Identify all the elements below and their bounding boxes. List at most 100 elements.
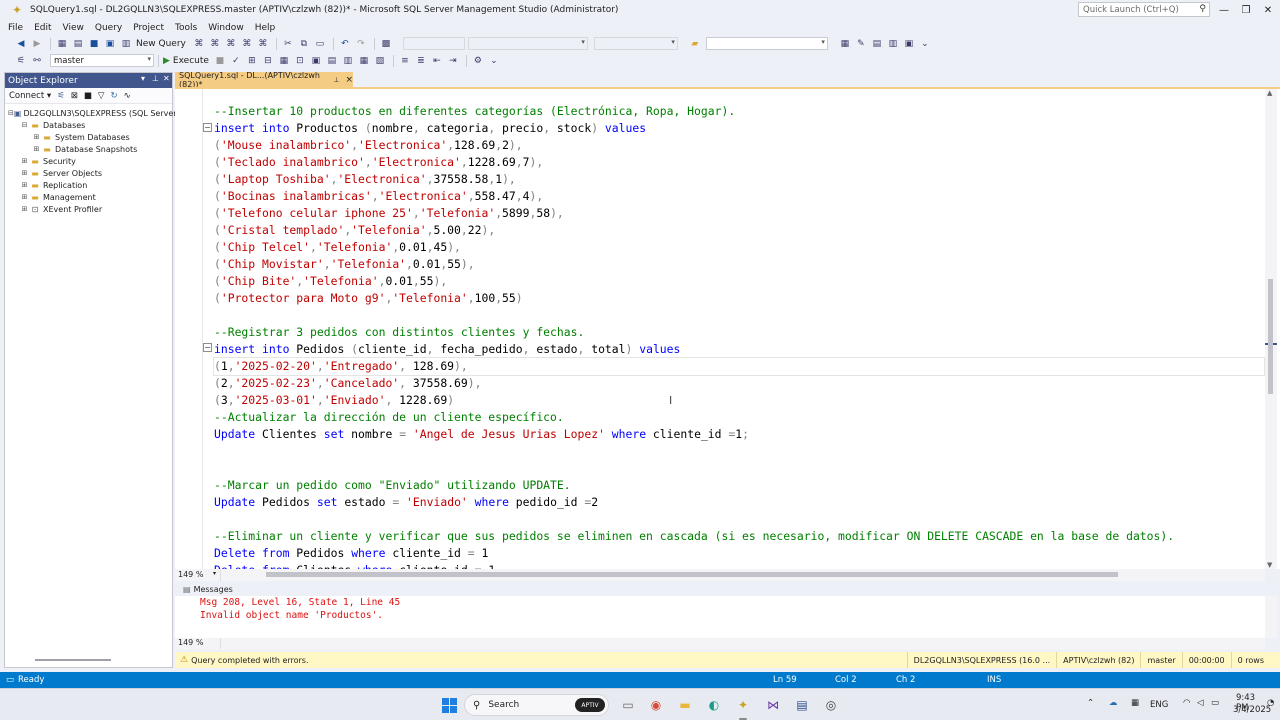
mdx-query-icon[interactable]: ⌘: [192, 37, 206, 50]
code-line[interactable]: --Registrar 3 pedidos con distintos clie…: [214, 324, 1264, 341]
file-explorer-icon[interactable]: ▬: [676, 696, 694, 714]
tree-node-xevent-profiler[interactable]: ⊞ ⊡ XEvent Profiler: [5, 203, 172, 215]
paste-icon[interactable]: ▭: [313, 37, 327, 50]
taskbar-search[interactable]: ⚲ Search APTIV: [464, 694, 609, 716]
object-explorer-icon[interactable]: ▤: [870, 37, 884, 50]
battery-icon[interactable]: ▭: [1211, 698, 1219, 708]
startup-dropdown[interactable]: ▾: [593, 37, 678, 50]
code-line[interactable]: insert into Productos (nombre, categoria…: [214, 120, 1264, 137]
refresh-icon[interactable]: ↻: [110, 91, 117, 101]
sql-editor[interactable]: − − --Insertar 10 productos en diferente…: [175, 89, 1280, 569]
menu-file[interactable]: File: [4, 23, 27, 33]
xmla-query-icon[interactable]: ⌘: [224, 37, 238, 50]
save-all-icon[interactable]: ▣: [103, 37, 117, 50]
code-line[interactable]: Update Clientes set nombre = 'Angel de J…: [214, 426, 1264, 443]
toolbox-icon[interactable]: ▣: [902, 37, 916, 50]
specify-values-icon[interactable]: ⚙: [471, 54, 485, 67]
collapse-region-icon[interactable]: −: [203, 123, 212, 132]
expand-icon[interactable]: ⊞: [20, 169, 29, 177]
new-query-button[interactable]: New Query: [136, 39, 186, 49]
save-icon[interactable]: ■: [87, 37, 101, 50]
horizontal-scrollbar[interactable]: [35, 659, 111, 661]
code-line[interactable]: [214, 443, 1264, 460]
code-line[interactable]: --Marcar un pedido como "Enviado" utiliz…: [214, 477, 1264, 494]
tree-node-databases[interactable]: ⊟ ▬ Databases: [5, 119, 172, 131]
task-view-icon[interactable]: ▭: [619, 696, 637, 714]
query-designer-icon[interactable]: ⊟: [261, 54, 275, 67]
find-dropdown[interactable]: ▾: [705, 37, 828, 50]
code-line[interactable]: Delete from Clientes where cliente_id = …: [214, 562, 1264, 569]
language-indicator[interactable]: ENG: [1150, 700, 1168, 710]
menu-query[interactable]: Query: [91, 23, 126, 33]
dmx-query-icon[interactable]: ⌘: [208, 37, 222, 50]
start-button[interactable]: [440, 696, 458, 714]
results-to-grid-icon[interactable]: ▦: [357, 54, 371, 67]
uncomment-icon[interactable]: ≣: [414, 54, 428, 67]
tree-node-database-snapshots[interactable]: ⊞ ▬ Database Snapshots: [5, 143, 172, 155]
collapse-region-icon[interactable]: −: [203, 343, 212, 352]
quick-launch-input[interactable]: Quick Launch (Ctrl+Q) ⚲: [1078, 2, 1210, 17]
code-line[interactable]: [214, 460, 1264, 477]
code-line[interactable]: Update Pedidos set estado = 'Enviado' wh…: [214, 494, 1264, 511]
tree-node-system-databases[interactable]: ⊞ ▬ System Databases: [5, 131, 172, 143]
messages-zoom-selector[interactable]: 149 %: [175, 638, 221, 649]
horizontal-scroll-thumb[interactable]: [266, 572, 1118, 577]
collapse-icon[interactable]: ⊟: [20, 121, 29, 129]
restore-button[interactable]: ❐: [1235, 0, 1257, 20]
code-line[interactable]: ('Chip Movistar','Telefonia',0.01,55),: [214, 256, 1264, 273]
copy-icon[interactable]: ⧉: [297, 37, 311, 50]
toolbar-options-icon[interactable]: ⌄: [487, 54, 501, 67]
back-icon[interactable]: ◀: [14, 37, 28, 50]
new-project-icon[interactable]: ▦: [55, 37, 69, 50]
messages-tab[interactable]: ▤ Messages: [175, 583, 1265, 596]
clock-date[interactable]: 3/4/2025: [1233, 705, 1271, 715]
code-line[interactable]: ('Chip Bite','Telefonia',0.01,55),: [214, 273, 1264, 290]
menu-window[interactable]: Window: [204, 23, 248, 33]
code-area[interactable]: --Insertar 10 productos en diferentes ca…: [213, 103, 1265, 569]
code-line[interactable]: insert into Pedidos (cliente_id, fecha_p…: [214, 341, 1264, 358]
obs-icon[interactable]: ◎: [822, 696, 840, 714]
results-to-file-icon[interactable]: ▧: [373, 54, 387, 67]
expand-icon[interactable]: ⊞: [32, 145, 41, 153]
code-line[interactable]: --Eliminar un cliente y verificar que su…: [214, 528, 1264, 545]
code-line[interactable]: [214, 307, 1264, 324]
scroll-down-icon[interactable]: ▼: [1267, 561, 1272, 569]
volume-icon[interactable]: ◁: [1197, 698, 1204, 708]
menu-view[interactable]: View: [59, 23, 88, 33]
toolbar-options-icon[interactable]: ⌄: [918, 37, 932, 50]
scroll-thumb[interactable]: [1268, 279, 1273, 394]
analysis-query-icon[interactable]: ⌘: [256, 37, 270, 50]
results-to-text-icon[interactable]: ▥: [341, 54, 355, 67]
expand-icon[interactable]: ⊞: [20, 205, 29, 213]
pin-icon[interactable]: ⊥: [152, 74, 159, 83]
decrease-indent-icon[interactable]: ⇤: [430, 54, 444, 67]
display-plan-icon[interactable]: ⊞: [245, 54, 259, 67]
code-line[interactable]: --Insertar 10 productos en diferentes ca…: [214, 103, 1264, 120]
activity-monitor-icon[interactable]: ▩: [379, 37, 393, 50]
connect-button[interactable]: Connect ▾: [9, 91, 51, 101]
code-line[interactable]: [214, 511, 1264, 528]
visual-studio-icon[interactable]: ⋈: [764, 696, 782, 714]
menu-help[interactable]: Help: [251, 23, 280, 33]
editor-zoom-selector[interactable]: 149 % ▾: [175, 569, 221, 581]
parse-icon[interactable]: ✓: [229, 54, 243, 67]
dax-query-icon[interactable]: ⌘: [240, 37, 254, 50]
edge-icon[interactable]: ◐: [705, 696, 723, 714]
client-stats-icon[interactable]: ▤: [325, 54, 339, 67]
change-connection-icon[interactable]: ⚯: [30, 54, 44, 67]
code-line[interactable]: ('Cristal templado','Telefonia',5.00,22)…: [214, 222, 1264, 239]
code-line[interactable]: ('Bocinas inalambricas','Electronica',55…: [214, 188, 1264, 205]
code-line[interactable]: --Actualizar la dirección de un cliente …: [214, 409, 1264, 426]
expand-icon[interactable]: ⊞: [20, 193, 29, 201]
tools-icon[interactable]: ✎: [854, 37, 868, 50]
pin-icon[interactable]: ⊥: [333, 76, 339, 84]
close-icon[interactable]: ×: [345, 75, 353, 85]
tree-node-server[interactable]: ⊟ ▣ DL2GQLLN3\SQLEXPRESS (SQL Server: [5, 107, 177, 119]
stop-icon[interactable]: ■: [84, 91, 92, 101]
code-line[interactable]: ('Mouse inalambrico','Electronica',128.6…: [214, 137, 1264, 154]
cut-icon[interactable]: ✂: [281, 37, 295, 50]
new-query-icon[interactable]: ▥: [119, 37, 133, 50]
minimize-button[interactable]: —: [1213, 0, 1235, 20]
undo-icon[interactable]: ↶: [338, 37, 352, 50]
connect-icon[interactable]: ⚟: [14, 54, 28, 67]
